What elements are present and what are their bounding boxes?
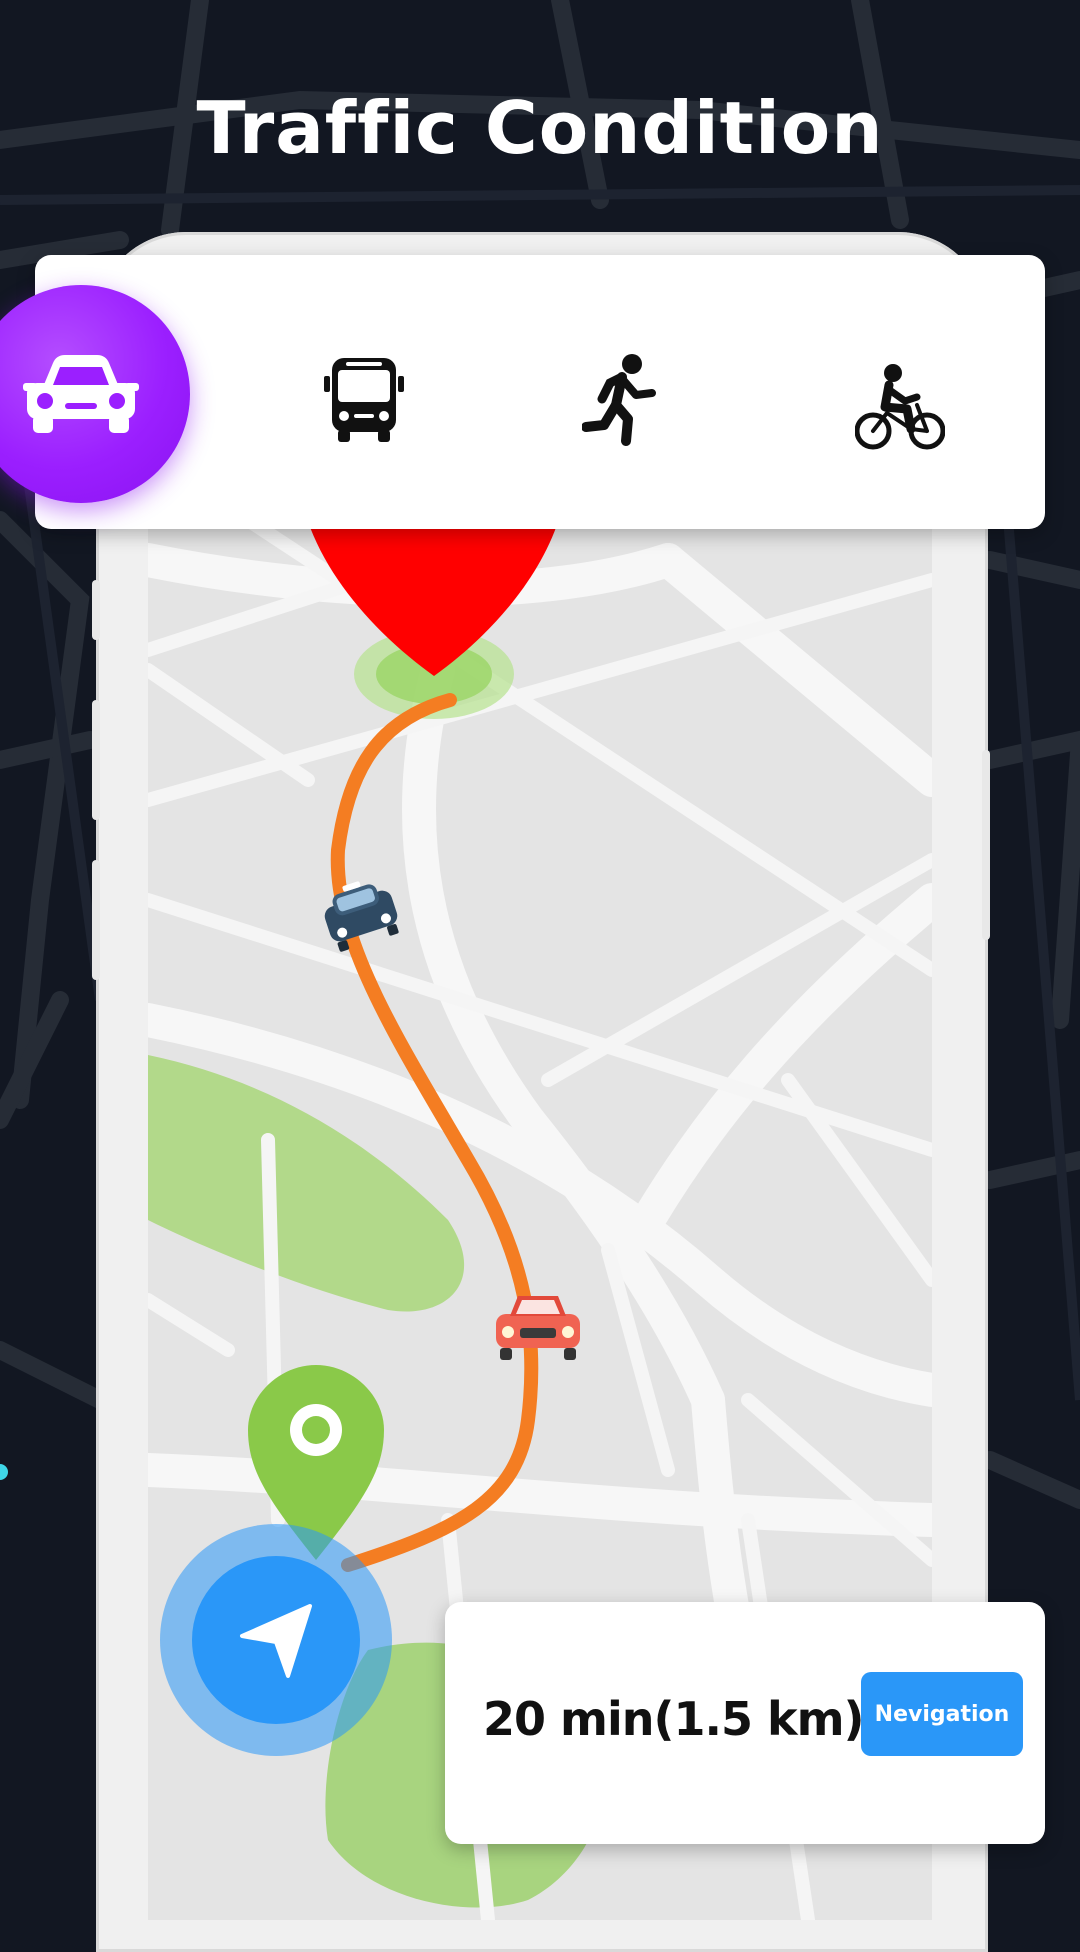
- phone-side-button: [982, 750, 990, 940]
- bicycle-icon: [855, 364, 945, 450]
- route-info-card: 20 min(1.5 km) Nevigation: [445, 1602, 1045, 1844]
- car-icon: [496, 1296, 580, 1360]
- route-duration-value: 20: [483, 1692, 546, 1746]
- route-summary: 20 min(1.5 km): [483, 1692, 865, 1746]
- police-car-icon: [324, 881, 399, 952]
- walking-icon: [582, 354, 656, 446]
- phone-side-button: [92, 860, 100, 980]
- bus-icon: [324, 358, 404, 442]
- my-location-button[interactable]: [192, 1556, 360, 1724]
- phone-side-button: [92, 700, 100, 820]
- page-title: Traffic Condition: [196, 86, 884, 171]
- route-duration-unit: min: [560, 1692, 654, 1746]
- navigation-arrow-icon: [240, 1604, 312, 1678]
- mode-bus-button[interactable]: [312, 350, 416, 450]
- route-distance: (1.5 km): [653, 1692, 864, 1746]
- mode-bike-button[interactable]: [852, 360, 948, 456]
- car-icon: [23, 355, 139, 433]
- phone-side-button: [92, 580, 100, 640]
- navigation-button[interactable]: Nevigation: [861, 1672, 1023, 1756]
- mode-walk-button[interactable]: [578, 350, 664, 450]
